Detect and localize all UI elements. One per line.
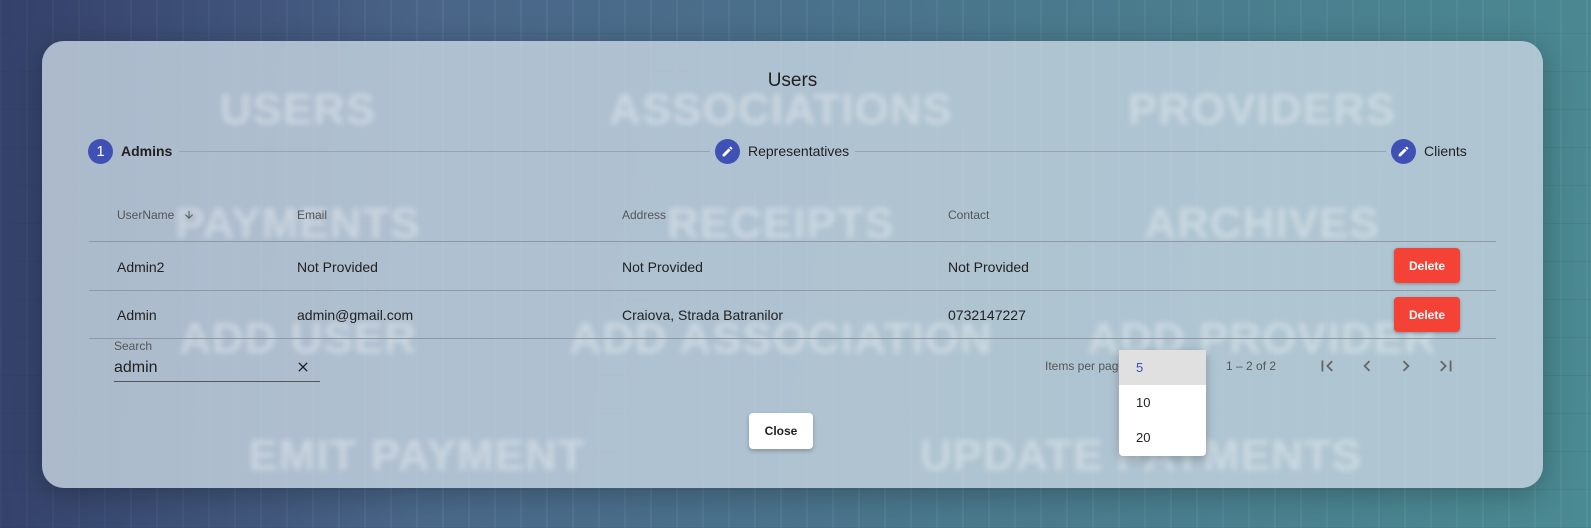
dialog-title: Users	[767, 70, 818, 91]
step-connector	[179, 151, 710, 152]
header-address[interactable]: Address	[622, 208, 666, 222]
cell-contact: Not Provided	[948, 259, 1029, 275]
first-page-icon[interactable]	[1315, 354, 1339, 378]
header-contact[interactable]: Contact	[948, 208, 989, 222]
dropdown-option-20[interactable]: 20	[1119, 420, 1206, 455]
pencil-icon	[1391, 138, 1416, 164]
cell-contact: 0732147227	[948, 307, 1026, 323]
close-button[interactable]: Close	[749, 413, 813, 449]
close-icon[interactable]	[295, 359, 311, 375]
items-per-page-label: Items per page:	[1045, 359, 1119, 373]
chevron-right-icon[interactable]	[1394, 354, 1418, 378]
cell-address: Craiova, Strada Batranilor	[622, 307, 784, 323]
step-clients[interactable]: Clients	[1391, 138, 1467, 164]
search-label: Search	[114, 339, 153, 353]
step-connector	[855, 151, 1386, 152]
ghost-tile-providers: PROVIDERS	[1127, 85, 1397, 134]
row-divider	[89, 241, 1496, 242]
ghost-tile-associations: ASSOCIATIONS	[609, 85, 953, 134]
cell-username: Admin	[117, 307, 157, 323]
last-page-icon[interactable]	[1434, 354, 1458, 378]
row-divider	[89, 338, 1496, 339]
row-divider	[89, 290, 1496, 291]
header-label: UserName	[117, 208, 175, 222]
range-label: 1 – 2 of 2	[1226, 359, 1277, 373]
search-underline	[114, 381, 320, 382]
cell-email: Not Provided	[297, 259, 378, 275]
step-admins[interactable]: 1 Admins	[88, 138, 172, 164]
cell-address: Not Provided	[622, 259, 703, 275]
search-input[interactable]	[114, 357, 304, 379]
step-label: Clients	[1424, 143, 1467, 159]
items-per-page-dropdown: 5 10 20	[1119, 350, 1206, 456]
step-number-icon: 1	[88, 138, 113, 164]
cell-email: admin@gmail.com	[297, 307, 414, 323]
ghost-tile-users: USERS	[219, 85, 377, 134]
step-label: Admins	[121, 143, 173, 159]
ghost-tile-emit-payment: EMIT PAYMENT	[248, 431, 586, 480]
chevron-left-icon[interactable]	[1355, 354, 1379, 378]
header-username[interactable]: UserName	[117, 208, 195, 224]
delete-button[interactable]: Delete	[1394, 297, 1460, 332]
users-dialog: USERS ASSOCIATIONS PROVIDERS PAYMENTS RE…	[42, 41, 1543, 488]
dropdown-option-5[interactable]: 5	[1119, 350, 1206, 385]
step-representatives[interactable]: Representatives	[715, 138, 849, 164]
header-email[interactable]: Email	[297, 208, 327, 222]
dropdown-option-10[interactable]: 10	[1119, 385, 1206, 420]
cell-username: Admin2	[117, 259, 165, 275]
arrow-down-icon	[183, 209, 195, 224]
delete-button[interactable]: Delete	[1394, 248, 1460, 283]
step-label: Representatives	[748, 143, 850, 159]
pencil-icon	[715, 138, 740, 164]
